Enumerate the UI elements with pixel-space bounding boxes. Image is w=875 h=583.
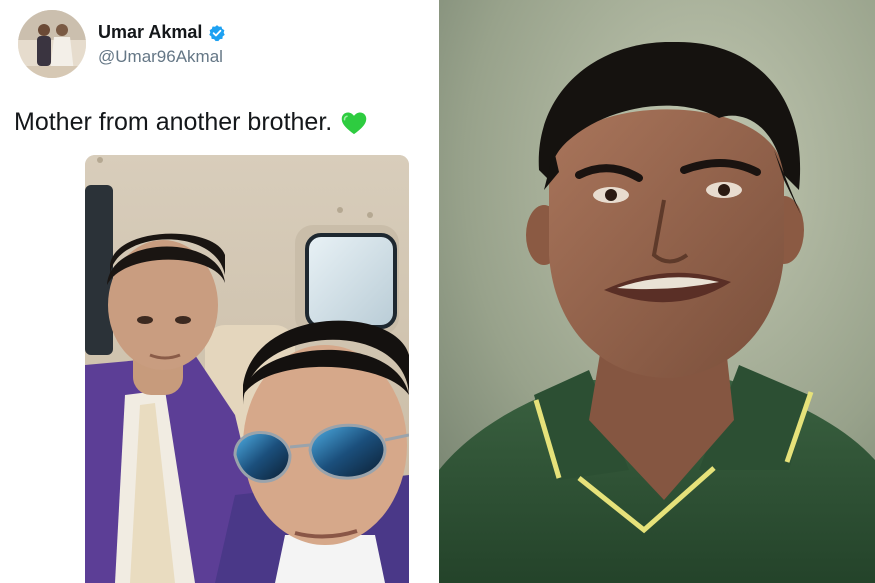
green-heart-icon <box>340 109 368 137</box>
player-photo <box>439 0 875 583</box>
tweet-text: Mother from another brother. <box>14 108 333 136</box>
avatar-photo <box>18 10 86 78</box>
tweet-header: Umar Akmal @Umar96Akmal <box>18 10 428 80</box>
tweet-screenshot: Umar Akmal @Umar96Akmal Mother from anot… <box>0 0 438 583</box>
tweet-text-row: Mother from another brother. <box>14 108 368 137</box>
author-name[interactable]: Umar Akmal <box>98 22 202 43</box>
tweet-attached-photo[interactable] <box>85 155 409 583</box>
author-handle[interactable]: @Umar96Akmal <box>98 47 223 67</box>
author-name-row: Umar Akmal <box>98 22 226 43</box>
helicopter-selfie-image <box>85 155 409 583</box>
crying-player-image <box>439 0 875 583</box>
verified-badge-icon <box>208 24 226 42</box>
avatar[interactable] <box>18 10 86 78</box>
